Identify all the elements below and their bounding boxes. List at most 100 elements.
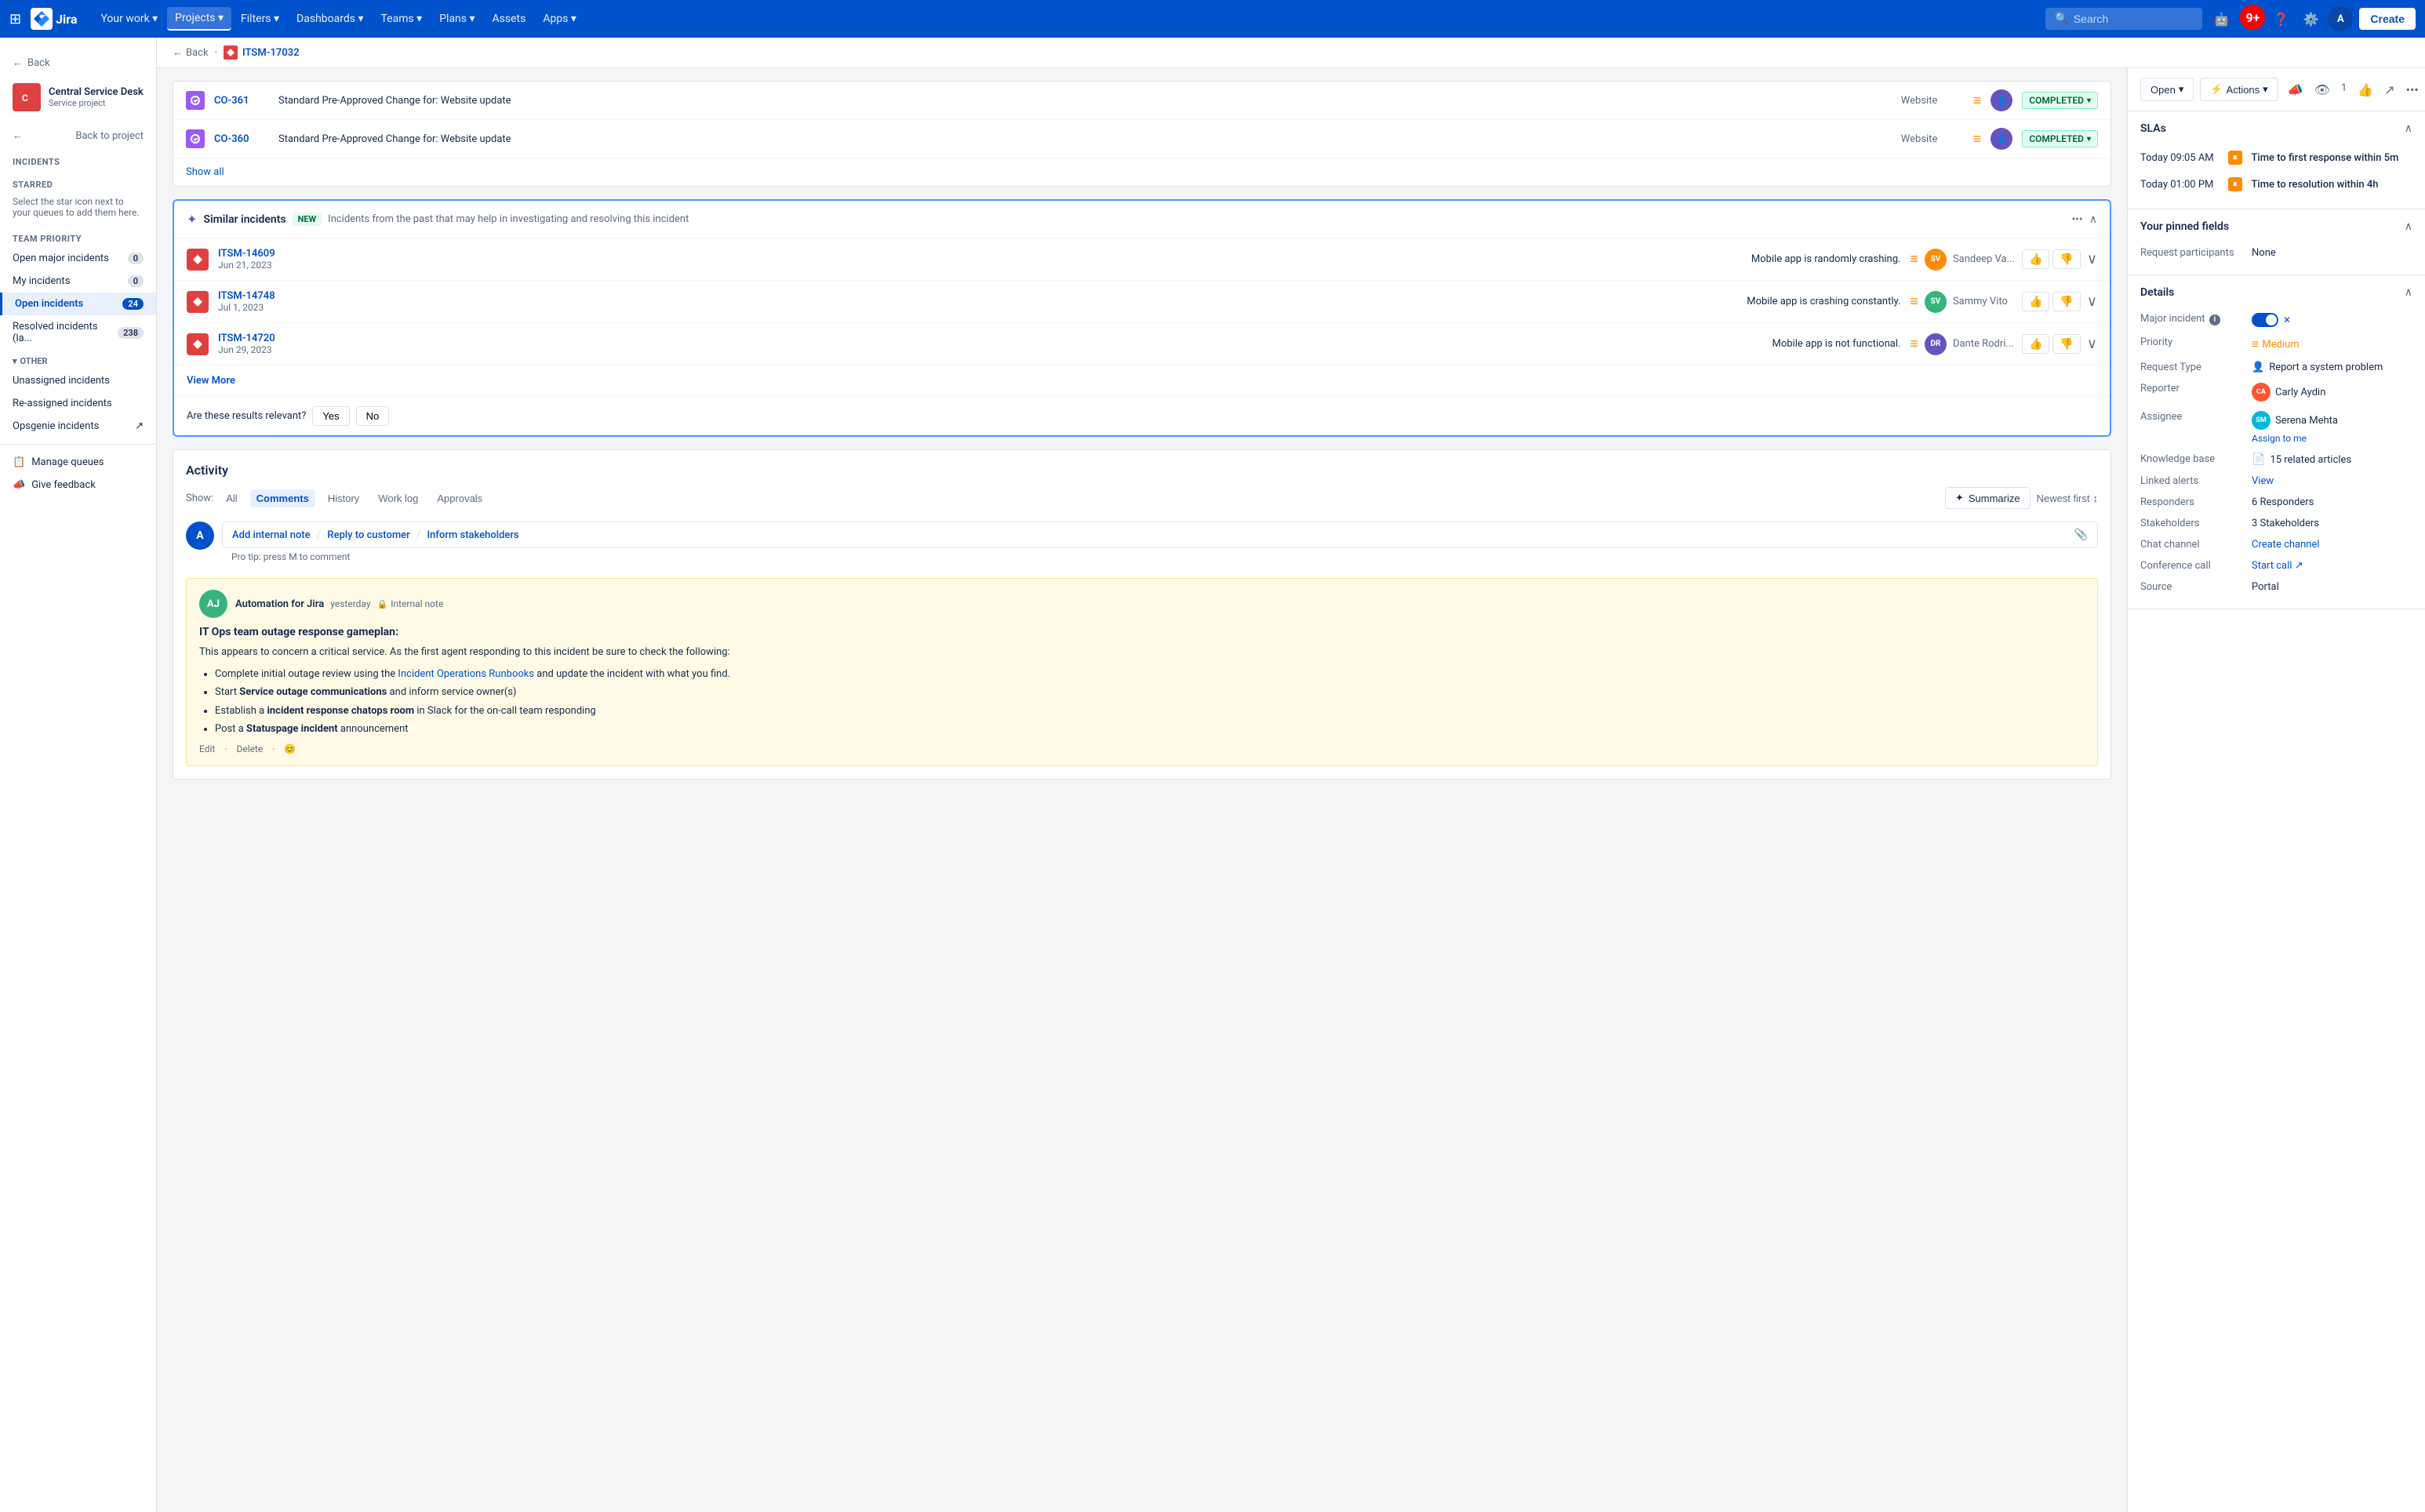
external-link-icon: ↗	[135, 420, 144, 432]
no-button[interactable]: No	[356, 406, 390, 426]
sidebar-manage-queues[interactable]: 📋 Manage queues	[0, 451, 156, 474]
attach-icon[interactable]: 📎	[2074, 529, 2088, 541]
emoji-reaction[interactable]: 😊	[284, 743, 296, 754]
details-header: Details ∧	[2140, 286, 2412, 299]
sidebar-other-label[interactable]: ▾ OTHER	[0, 350, 156, 369]
nav-plans[interactable]: Plans ▾	[431, 7, 482, 31]
nav-teams[interactable]: Teams ▾	[373, 7, 430, 31]
expand-icon[interactable]: ∨	[2087, 251, 2097, 267]
add-internal-note-link[interactable]: Add internal note	[232, 529, 311, 541]
sidebar-item-unassigned[interactable]: Unassigned incidents	[0, 369, 156, 392]
sidebar-item-resolved-incidents[interactable]: Resolved incidents (la... 238	[0, 315, 156, 350]
megaphone-icon[interactable]: 📣	[2285, 79, 2307, 100]
view-more-link[interactable]: View More	[187, 375, 235, 387]
expand-icon[interactable]: ∨	[2087, 336, 2097, 352]
create-button[interactable]: Create	[2359, 8, 2416, 30]
info-icon[interactable]: i	[2209, 314, 2220, 325]
sidebar-item-open-incidents[interactable]: Open incidents 24	[0, 293, 156, 315]
inform-stakeholders-link[interactable]: Inform stakeholders	[427, 529, 519, 541]
collapse-details-icon[interactable]: ∧	[2405, 286, 2412, 299]
major-incident-toggle[interactable]	[2252, 313, 2278, 327]
thumbs-up-button[interactable]: 👍	[2022, 249, 2049, 269]
issue-type-icon	[224, 45, 238, 60]
note-author-avatar: AJ	[199, 590, 227, 618]
settings-icon[interactable]: ⚙️	[2298, 6, 2323, 31]
sidebar-give-feedback[interactable]: 📣 Give feedback	[0, 474, 156, 496]
yes-button[interactable]: Yes	[312, 406, 349, 426]
activity-section: Activity Show: All Comments History Work…	[173, 449, 2111, 780]
show-all-link[interactable]: Show all	[173, 158, 2111, 186]
detail-value-priority[interactable]: Medium	[2252, 336, 2412, 352]
sidebar-item-my-incidents[interactable]: My incidents 0	[0, 270, 156, 293]
runbooks-link[interactable]: Incident Operations Runbooks	[398, 668, 534, 680]
sidebar-item-opsgenie[interactable]: Opsgenie incidents ↗	[0, 415, 156, 438]
edit-note-link[interactable]: Edit	[199, 743, 215, 754]
collapse-pinned-icon[interactable]: ∧	[2405, 220, 2412, 233]
notifications-icon[interactable]: 🔔 9+	[2238, 6, 2263, 31]
sidebar-back-button[interactable]: ← Back	[0, 50, 156, 75]
thumbs-down-button[interactable]: 👎	[2052, 334, 2080, 354]
delete-note-link[interactable]: Delete	[236, 743, 263, 754]
expand-icon[interactable]: ∨	[2087, 293, 2097, 310]
thumbs-up-icon[interactable]: 👍	[2354, 79, 2376, 100]
detail-row-linked-alerts: Linked alerts View	[2140, 471, 2412, 492]
filter-all[interactable]: All	[220, 489, 243, 507]
collapse-icon[interactable]: ∧	[2089, 213, 2097, 226]
more-options-icon[interactable]: •••	[2072, 213, 2083, 226]
filter-worklog[interactable]: Work log	[372, 489, 424, 507]
create-channel-link[interactable]: Create channel	[2252, 539, 2320, 551]
activity-title: Activity	[186, 463, 2098, 478]
status-badge[interactable]: COMPLETED ▾	[2022, 92, 2098, 109]
nav-projects[interactable]: Projects ▾	[167, 7, 231, 31]
thumbs-down-button[interactable]: 👎	[2052, 249, 2080, 269]
list-item: Start Service outage communications and …	[215, 685, 2085, 700]
nav-apps[interactable]: Apps ▾	[535, 7, 584, 31]
change-key-co360[interactable]: CO-360	[214, 133, 269, 145]
filter-approvals[interactable]: Approvals	[431, 489, 489, 507]
nav-assets[interactable]: Assets	[485, 7, 534, 31]
search-input[interactable]	[2074, 13, 2194, 25]
reply-to-customer-link[interactable]: Reply to customer	[327, 529, 409, 541]
search-box[interactable]: 🔍	[2045, 8, 2202, 30]
incident-key[interactable]: ITSM-14720	[218, 333, 1763, 344]
linked-alerts-link[interactable]: View	[2252, 475, 2274, 487]
incident-key[interactable]: ITSM-14609	[218, 248, 1742, 260]
top-navigation: ⊞ Jira Your work ▾ Projects ▾ Filters ▾ …	[0, 0, 2425, 38]
incident-key[interactable]: ITSM-14748	[218, 290, 1737, 302]
user-avatar[interactable]: A	[2328, 6, 2353, 31]
summarize-button[interactable]: ✦ Summarize	[1945, 487, 2031, 509]
nav-your-work[interactable]: Your work ▾	[93, 7, 165, 31]
thumbs-up-button[interactable]: 👍	[2022, 292, 2049, 311]
sidebar-back-to-project[interactable]: ← Back to project	[0, 124, 156, 147]
open-button[interactable]: Open ▾	[2140, 78, 2194, 101]
thumbs-up-button[interactable]: 👍	[2022, 334, 2049, 354]
breadcrumb-back[interactable]: ← Back	[173, 46, 209, 59]
sidebar-item-reassigned[interactable]: Re-assigned incidents	[0, 392, 156, 415]
thumbs-down-button[interactable]: 👎	[2052, 292, 2080, 311]
sort-button[interactable]: Newest first ↕	[2037, 492, 2098, 504]
share-icon[interactable]: ↗	[2381, 79, 2398, 100]
filter-history[interactable]: History	[322, 489, 365, 507]
nav-dashboards[interactable]: Dashboards ▾	[289, 7, 371, 31]
more-options-icon[interactable]: •••	[2403, 79, 2422, 100]
pinned-fields-title: Your pinned fields	[2140, 220, 2229, 233]
filter-comments[interactable]: Comments	[250, 489, 315, 507]
grid-icon[interactable]: ⊞	[9, 11, 21, 27]
change-key-co361[interactable]: CO-361	[214, 95, 269, 107]
sidebar-item-open-major[interactable]: Open major incidents 0	[0, 247, 156, 270]
assistant-icon[interactable]: 🤖	[2209, 6, 2234, 31]
start-call-link[interactable]: Start call ↗	[2252, 560, 2303, 572]
priority-medium-icon: ≡	[1910, 293, 1918, 310]
collapse-slas-icon[interactable]: ∧	[2405, 122, 2412, 135]
nav-filters[interactable]: Filters ▾	[233, 7, 287, 31]
sla-pause-icon-1[interactable]: ⏸	[2228, 151, 2242, 165]
jira-logo[interactable]: Jira	[31, 8, 77, 30]
sla-pause-icon-2[interactable]: ⏸	[2228, 177, 2242, 191]
watch-icon[interactable]: 👁	[2311, 79, 2333, 100]
status-badge[interactable]: COMPLETED ▾	[2022, 130, 2098, 147]
actions-button[interactable]: ⚡ Actions ▾	[2200, 78, 2278, 101]
help-icon[interactable]: ❓	[2268, 6, 2293, 31]
issue-key[interactable]: ITSM-17032	[242, 47, 300, 59]
assign-to-me-link[interactable]: Assign to me	[2252, 433, 2307, 444]
detail-value-chat-channel: Create channel	[2252, 539, 2412, 551]
